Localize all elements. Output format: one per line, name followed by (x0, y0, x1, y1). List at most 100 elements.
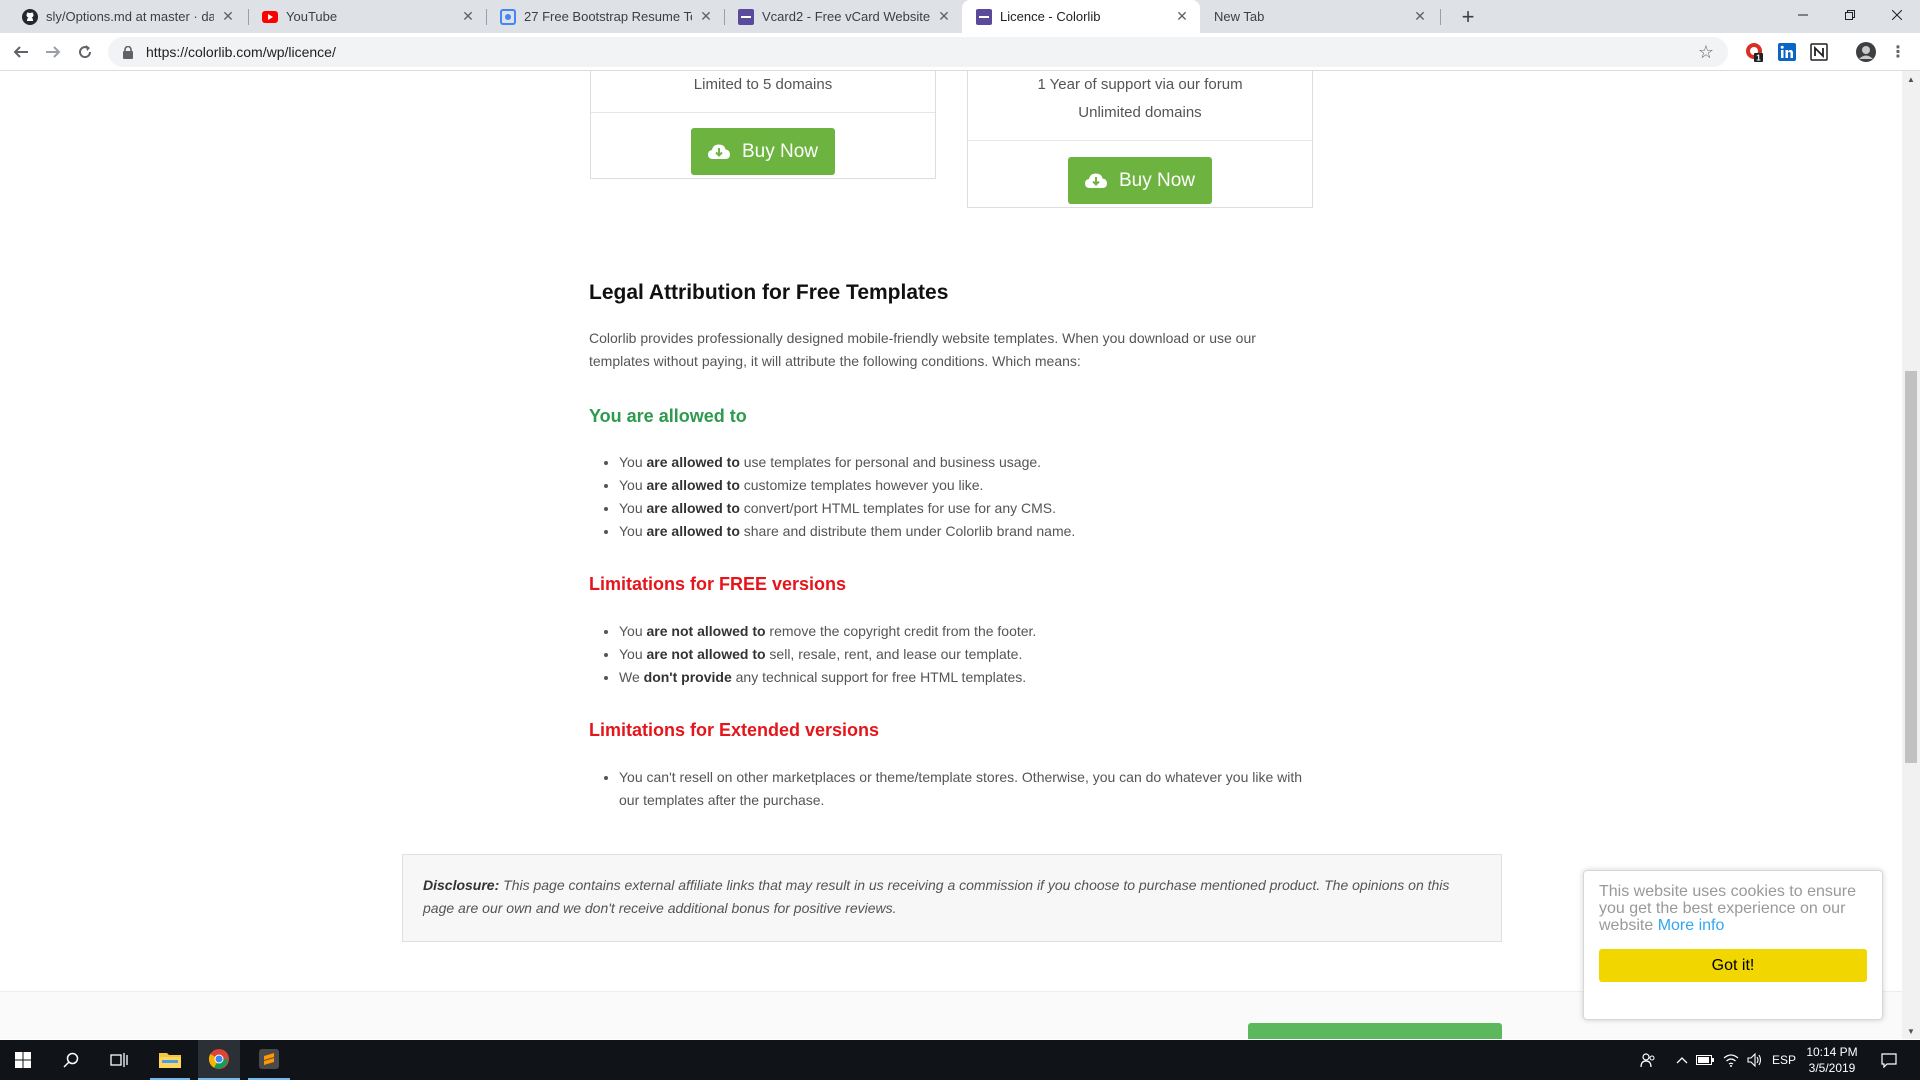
pricing-feature: Limited to 5 domains (693, 76, 833, 93)
file-explorer-icon[interactable] (150, 1040, 190, 1080)
tab-strip: sly/Options.md at master · darsa ✕ YouTu… (0, 0, 1920, 33)
legal-intro-paragraph: Colorlib provides professionally designe… (589, 330, 1256, 369)
list-item: You can't resell on other marketplaces o… (619, 766, 1309, 812)
list-item: We don't provide any technical support f… (619, 666, 1319, 689)
cloud-download-icon (707, 143, 730, 161)
extension-badge: 1 (1756, 54, 1761, 63)
cookie-message: This website uses cookies to ensure you … (1599, 883, 1857, 934)
youtube-icon (262, 9, 278, 25)
list-item: You are not allowed to remove the copyri… (619, 620, 1319, 643)
buy-now-button[interactable]: Buy Now (691, 128, 835, 175)
disclosure-box: Disclosure: This page contains external … (402, 854, 1502, 942)
windows-start-icon[interactable] (0, 1040, 46, 1080)
tab-vcard2[interactable]: Vcard2 - Free vCard Website Tem ✕ (724, 0, 962, 33)
disclosure-text: This page contains external affiliate li… (423, 877, 1450, 916)
tab-title: YouTube (286, 9, 338, 24)
tab-title: New Tab (1214, 9, 1265, 24)
battery-icon[interactable] (1694, 1040, 1716, 1080)
minimize-button[interactable] (1780, 0, 1826, 30)
back-button[interactable] (8, 39, 34, 65)
extended-limitations-heading: Limitations for Extended versions (589, 720, 880, 740)
tab-title: 27 Free Bootstrap Resume Templ (524, 9, 692, 24)
cookie-consent-popup: This website uses cookies to ensure you … (1583, 870, 1883, 1020)
extension-red-icon[interactable]: 1 (1745, 42, 1765, 62)
pricing-feature: Unlimited domains (1078, 104, 1202, 121)
list-item: You are not allowed to sell, resale, ren… (619, 643, 1319, 666)
tab-new-tab[interactable]: New Tab ✕ (1200, 0, 1438, 33)
search-icon[interactable] (48, 1040, 94, 1080)
tab-title: sly/Options.md at master · darsa (46, 9, 214, 24)
tab-divider (1440, 9, 1441, 25)
close-tab-icon[interactable]: ✕ (1174, 8, 1190, 25)
tab-licence-colorlib[interactable]: Licence - Colorlib ✕ (962, 0, 1200, 33)
forward-button[interactable] (40, 39, 66, 65)
volume-icon[interactable] (1744, 1040, 1766, 1080)
more-info-link[interactable]: More info (1658, 917, 1725, 934)
free-limitations-list: You are not allowed to remove the copyri… (619, 620, 1319, 689)
page-viewport: Limited to 5 domains Buy Now 1 Year of s… (0, 71, 1902, 1039)
buy-now-button[interactable]: Buy Now (1068, 157, 1212, 204)
disclosure-label: Disclosure: (423, 877, 500, 893)
scroll-up-arrow-icon[interactable]: ▲ (1902, 71, 1920, 87)
reload-button[interactable] (72, 39, 98, 65)
sublime-text-icon[interactable] (248, 1040, 290, 1080)
colorlib-purple-icon (976, 8, 992, 25)
colorlib-purple-icon (738, 8, 754, 25)
tab-bootstrap-resume[interactable]: 27 Free Bootstrap Resume Templ ✕ (486, 0, 724, 33)
free-limitations-heading: Limitations for FREE versions (589, 574, 847, 594)
list-item: You are allowed to customize templates h… (619, 474, 1319, 497)
action-center-icon[interactable] (1874, 1040, 1904, 1080)
lock-icon (122, 45, 134, 59)
input-language[interactable]: ESP (1770, 1040, 1798, 1080)
scrollbar-thumb[interactable] (1905, 371, 1917, 763)
browser-toolbar: https://colorlib.com/wp/licence/ ☆ 1 ⋮ (0, 33, 1920, 71)
cloud-download-icon (1084, 172, 1107, 190)
allowed-list: You are allowed to use templates for per… (619, 451, 1319, 543)
list-item: You are allowed to share and distribute … (619, 520, 1319, 543)
task-view-icon[interactable] (96, 1040, 142, 1080)
got-it-button[interactable]: Got it! (1599, 949, 1867, 982)
tab-youtube[interactable]: YouTube ✕ (248, 0, 486, 33)
notion-icon[interactable] (1809, 42, 1829, 62)
close-tab-icon[interactable]: ✕ (698, 8, 714, 25)
restore-button[interactable] (1827, 0, 1873, 30)
list-item: You are allowed to convert/port HTML tem… (619, 497, 1319, 520)
buy-now-label: Buy Now (1118, 169, 1196, 191)
chrome-menu-icon[interactable]: ⋮ (1888, 42, 1908, 62)
bookmark-star-icon[interactable]: ☆ (1696, 42, 1716, 62)
chrome-taskbar-icon[interactable] (198, 1040, 240, 1080)
address-bar[interactable]: https://colorlib.com/wp/licence/ ☆ (108, 37, 1728, 67)
pricing-card-standard: Limited to 5 domains Buy Now (590, 71, 936, 179)
list-item: You are allowed to use templates for per… (619, 451, 1319, 474)
buy-now-label: Buy Now (741, 140, 819, 162)
extended-limitations-list: You can't resell on other marketplaces o… (619, 766, 1309, 812)
scroll-down-arrow-icon[interactable]: ▼ (1902, 1023, 1920, 1039)
taskbar-clock[interactable]: 10:14 PM 3/5/2019 (1800, 1044, 1864, 1076)
tab-github[interactable]: sly/Options.md at master · darsa ✕ (8, 0, 246, 33)
allowed-heading: You are allowed to (589, 406, 747, 426)
pricing-divider (968, 140, 1312, 141)
new-tab-button[interactable]: + (1455, 4, 1481, 30)
pricing-card-extended: 1 Year of support via our forum Unlimite… (967, 71, 1313, 208)
profile-avatar-icon[interactable] (1856, 42, 1876, 62)
close-tab-icon[interactable]: ✕ (936, 8, 952, 25)
close-tab-icon[interactable]: ✕ (460, 8, 476, 25)
page-scrollbar[interactable]: ▲ ▼ (1902, 71, 1920, 1039)
pricing-divider (591, 112, 935, 113)
wifi-icon[interactable] (1720, 1040, 1742, 1080)
windows-taskbar: ESP 10:14 PM 3/5/2019 (0, 1040, 1920, 1080)
tray-chevron-up-icon[interactable] (1672, 1040, 1692, 1080)
close-window-button[interactable] (1874, 0, 1920, 30)
pricing-feature: 1 Year of support via our forum (1037, 76, 1243, 93)
url-text: https://colorlib.com/wp/licence/ (146, 44, 336, 60)
footer-green-button[interactable] (1248, 1023, 1502, 1039)
legal-attribution-heading: Legal Attribution for Free Templates (589, 281, 949, 304)
people-icon[interactable] (1634, 1040, 1662, 1080)
close-tab-icon[interactable]: ✕ (220, 8, 236, 25)
close-tab-icon[interactable]: ✕ (1412, 8, 1428, 25)
tab-title: Licence - Colorlib (1000, 9, 1101, 24)
github-icon (22, 8, 38, 25)
linkedin-icon[interactable] (1777, 42, 1797, 62)
clock-time: 10:14 PM (1806, 1045, 1858, 1059)
colorlib-blue-icon (500, 8, 516, 25)
